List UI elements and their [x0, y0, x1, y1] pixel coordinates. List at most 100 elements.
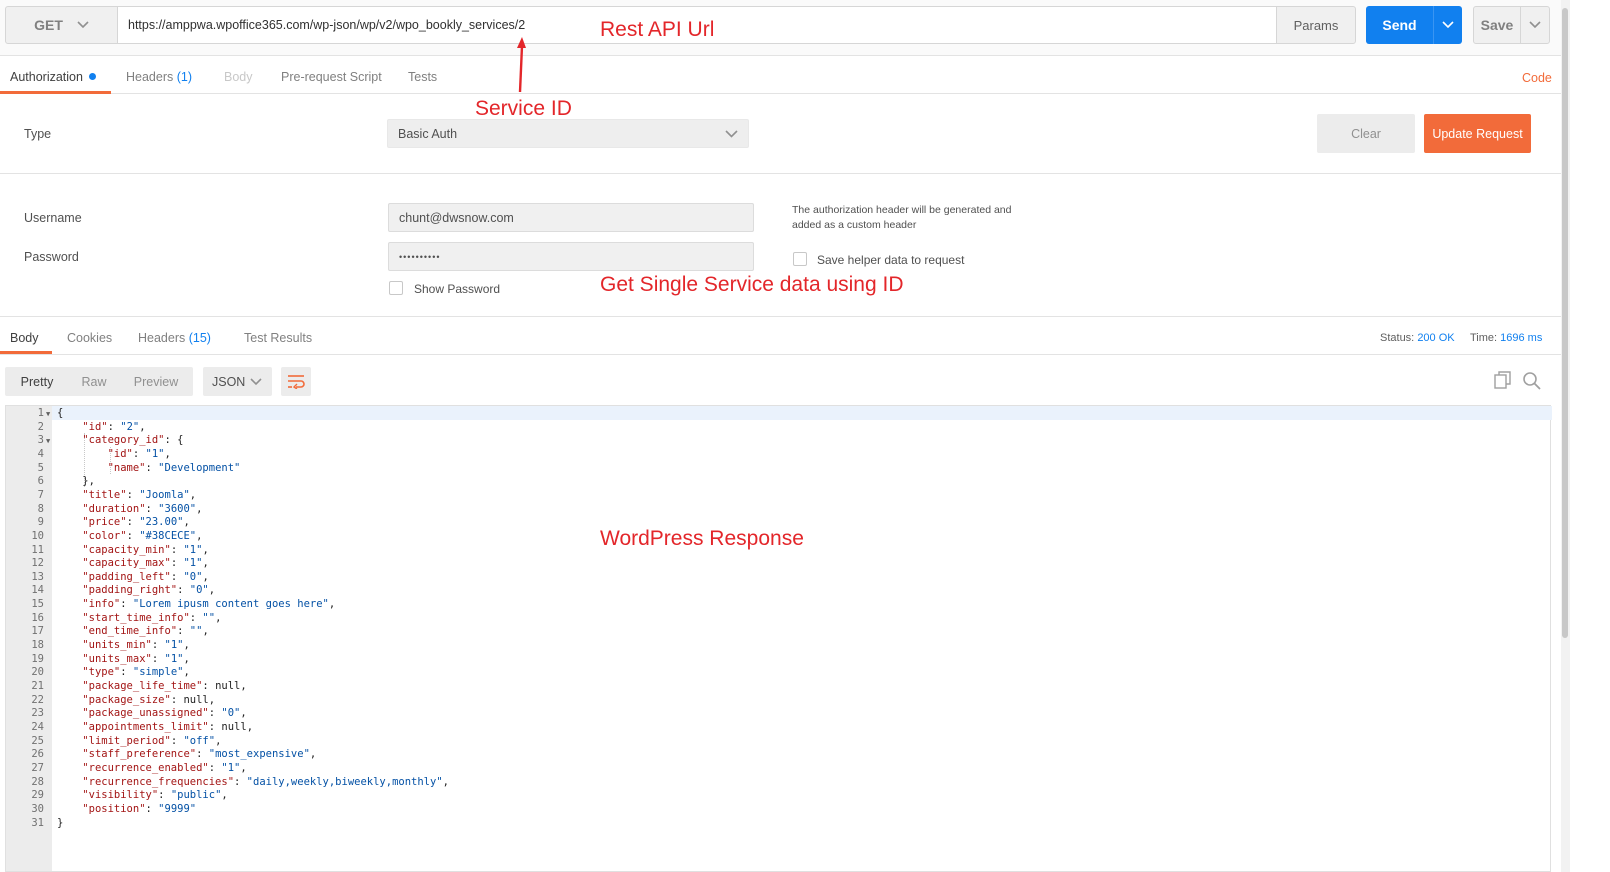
line-number: 19	[31, 652, 44, 665]
code-line: "package_size": null,	[82, 693, 216, 706]
password-field[interactable]: ••••••••••	[388, 242, 754, 271]
line-number: 7	[37, 488, 44, 501]
chevron-down-icon	[1442, 21, 1454, 29]
line-number: 17	[31, 625, 44, 638]
line-number: 21	[31, 680, 44, 692]
tab-tests[interactable]: Tests	[408, 70, 437, 84]
code-line: },	[57, 475, 95, 488]
json-key: "price"	[82, 516, 127, 529]
type-label: Type	[24, 127, 52, 141]
username-label: Username	[24, 211, 82, 225]
tab-headers-label: Headers	[126, 70, 174, 84]
copy-icon[interactable]	[1494, 371, 1512, 389]
status-indicator: Status: 200 OK	[1380, 332, 1455, 344]
chevron-down-icon	[77, 21, 89, 29]
code-line: "padding_right": "0",	[82, 584, 216, 597]
tab-authorization[interactable]: Authorization	[10, 70, 97, 84]
tab-prerequest-script[interactable]: Pre-request Script	[281, 70, 382, 84]
response-tab-test-results[interactable]: Test Results	[244, 331, 312, 345]
save-helper-checkbox[interactable]	[793, 252, 807, 266]
raw-button[interactable]: Raw	[69, 367, 119, 396]
line-number: 13	[31, 570, 44, 583]
json-value: "9999"	[158, 802, 197, 815]
json-key: "category_id"	[82, 434, 165, 447]
time-label: Time:	[1470, 332, 1498, 344]
json-key: "units_max"	[82, 652, 152, 665]
preview-button[interactable]: Preview	[119, 367, 193, 396]
code-line: "position": "9999"	[82, 802, 197, 815]
line-number: 10	[31, 529, 44, 542]
divider	[0, 173, 1561, 174]
json-value: "simple"	[132, 666, 184, 679]
send-button[interactable]: Send	[1366, 6, 1433, 44]
code-line: "duration": "3600",	[82, 502, 203, 515]
code-line: "units_min": "1",	[82, 639, 190, 652]
postman-window: GET https://amppwa.wpoffice365.com/wp-js…	[0, 0, 1610, 872]
response-tab-headers[interactable]: Headers (15)	[138, 331, 211, 345]
response-tab-cookies[interactable]: Cookies	[67, 331, 112, 345]
status-value: 200 OK	[1417, 332, 1455, 344]
line-number: 18	[31, 639, 44, 652]
code-line: "end_time_info": "",	[82, 625, 209, 638]
fold-toggle-icon[interactable]: ▼	[46, 410, 50, 418]
divider	[0, 316, 1561, 317]
line-number: 25	[31, 734, 44, 747]
code-line: "id": "2",	[82, 420, 146, 433]
params-button[interactable]: Params	[1276, 6, 1356, 44]
line-number: 26	[31, 748, 44, 761]
chevron-down-icon	[725, 130, 738, 138]
method-label: GET	[34, 17, 63, 33]
line-number: 24	[31, 720, 44, 733]
line-number: 4	[37, 447, 44, 460]
line-number: 11	[31, 543, 44, 556]
scrollbar-thumb[interactable]	[1562, 8, 1568, 638]
json-key: "recurrence_enabled"	[82, 761, 209, 774]
save-button[interactable]: Save	[1473, 6, 1521, 44]
json-key: "capacity_max"	[82, 557, 171, 570]
username-field[interactable]: chunt@dwsnow.com	[388, 203, 754, 232]
send-dropdown-button[interactable]	[1433, 6, 1462, 44]
clear-button[interactable]: Clear	[1317, 114, 1415, 153]
tab-body[interactable]: Body	[224, 70, 253, 84]
active-line-highlight	[52, 406, 1552, 420]
active-tab-indicator	[0, 91, 111, 94]
json-key: "package_size"	[82, 693, 171, 706]
json-value: "Development"	[158, 461, 241, 474]
line-number: 28	[31, 775, 44, 788]
line-number: 30	[31, 802, 44, 815]
annotation-get-single: Get Single Service data using ID	[600, 273, 904, 296]
time-indicator: Time: 1696 ms	[1470, 332, 1542, 344]
json-value: null	[183, 693, 209, 706]
status-label: Status:	[1380, 332, 1415, 344]
fold-toggle-icon[interactable]: ▼	[46, 437, 50, 445]
response-tab-body[interactable]: Body	[10, 331, 39, 345]
line-number: 6	[37, 475, 44, 488]
code-link[interactable]: Code	[1522, 71, 1552, 85]
json-key: "end_time_info"	[82, 625, 178, 638]
code-line: "padding_left": "0",	[82, 570, 209, 583]
code-line: "info": "Lorem ipusm content goes here",	[82, 598, 336, 611]
auth-type-select[interactable]: Basic Auth	[387, 119, 749, 148]
tab-headers[interactable]: Headers (1)	[126, 70, 192, 84]
show-password-checkbox[interactable]	[389, 281, 403, 295]
json-value: "Lorem ipusm content goes here"	[132, 598, 329, 611]
json-value: "#38CECE"	[139, 529, 197, 542]
format-value: JSON	[212, 375, 246, 389]
format-select[interactable]: JSON	[203, 367, 272, 396]
save-dropdown-button[interactable]	[1520, 6, 1550, 44]
tab-authorization-label: Authorization	[10, 70, 83, 84]
search-icon[interactable]	[1522, 371, 1541, 390]
wrap-lines-button[interactable]	[281, 367, 311, 396]
method-select[interactable]: GET	[5, 6, 118, 44]
code-line: "recurrence_frequencies": "daily,weekly,…	[82, 775, 449, 788]
pretty-button[interactable]: Pretty	[5, 367, 69, 396]
tab-headers-count: (1)	[176, 70, 193, 84]
wrap-lines-icon	[288, 375, 305, 389]
json-key: "color"	[82, 529, 127, 542]
json-key: "padding_right"	[82, 584, 178, 597]
annotation-service-id: Service ID	[475, 97, 572, 120]
update-request-button[interactable]: Update Request	[1424, 114, 1531, 153]
response-body-editor[interactable]: 1 ▼{2 "id": "2", 3 ▼ "category_id": {4 "id"…	[5, 405, 1552, 872]
json-key: "id"	[107, 447, 133, 460]
code-line: "units_max": "1",	[82, 652, 190, 665]
